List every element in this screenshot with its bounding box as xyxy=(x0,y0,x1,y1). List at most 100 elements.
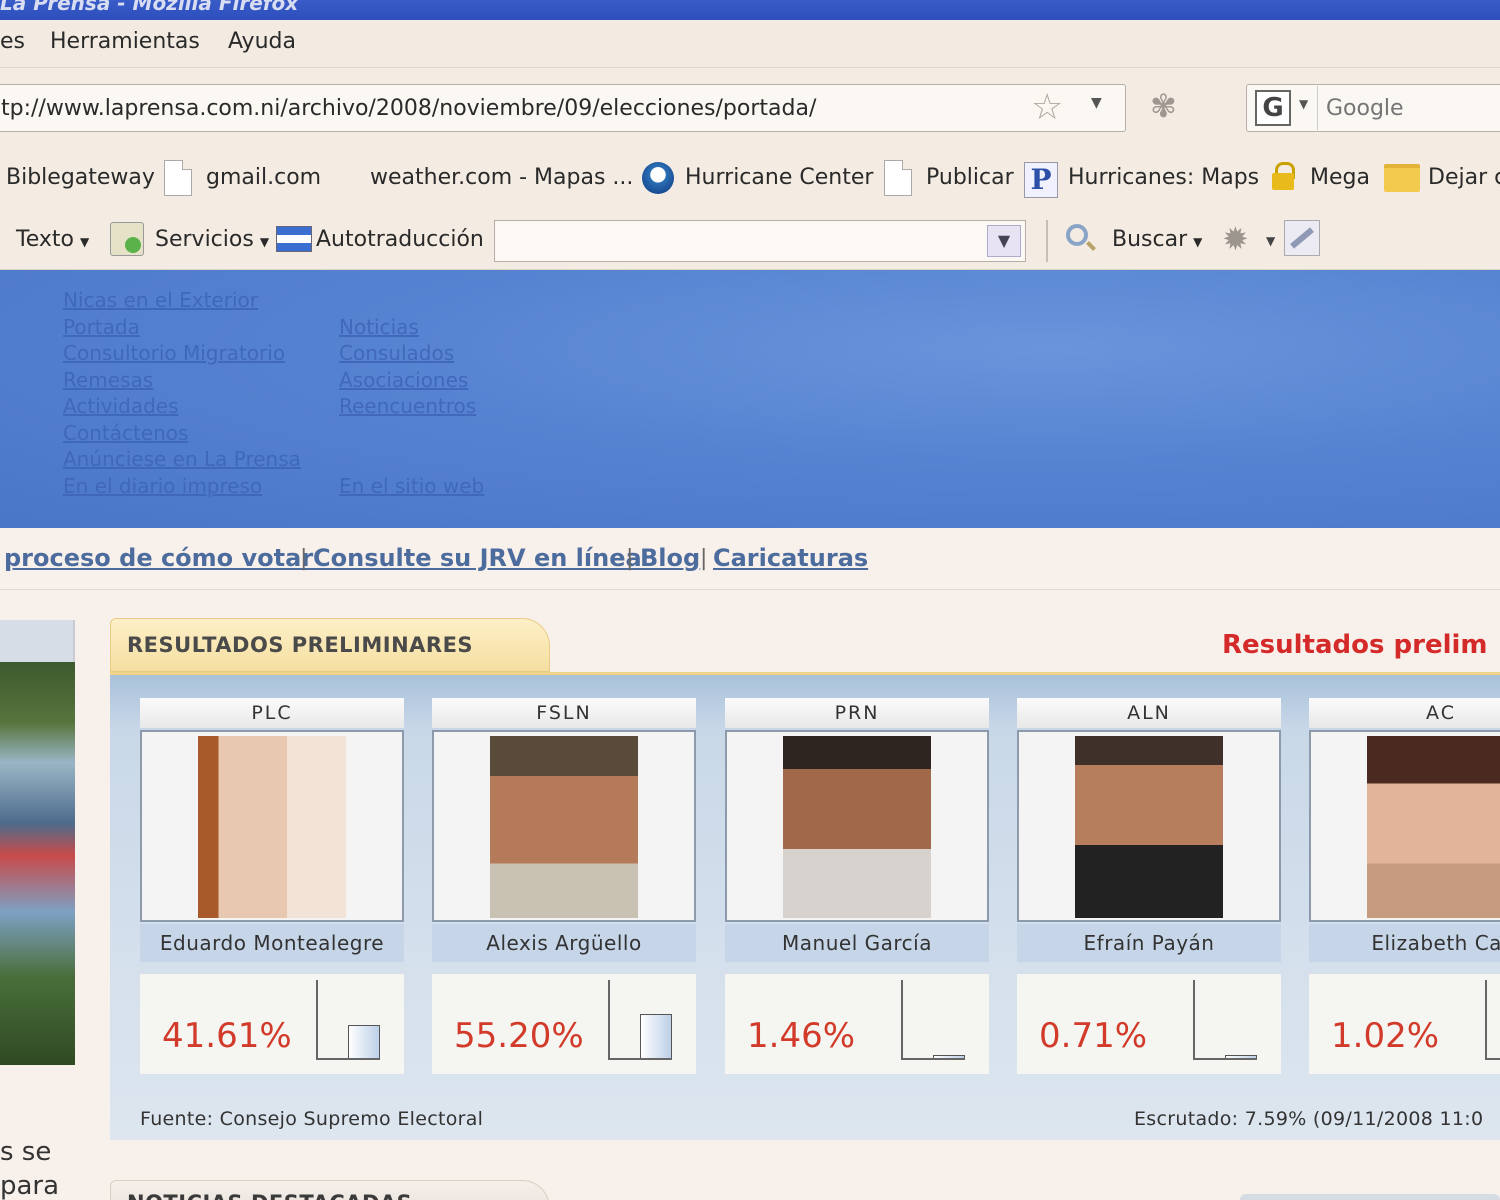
results-tab: RESULTADOS PRELIMINARES xyxy=(110,618,550,672)
bookmark-hurricanes-maps[interactable]: Hurricanes: Maps xyxy=(1068,165,1259,190)
bookmark-weather[interactable]: weather.com - Mapas ... xyxy=(370,165,633,190)
addon-icon[interactable]: ✾ xyxy=(1150,90,1177,122)
link-sitio-web[interactable]: En el sitio web xyxy=(339,474,484,498)
bookmark-mega[interactable]: Mega xyxy=(1310,165,1370,190)
candidate-photo xyxy=(490,736,638,918)
link-portada[interactable]: Portada xyxy=(63,315,140,339)
chevron-down-icon: ▼ xyxy=(1193,235,1203,249)
candidate-photo-frame xyxy=(1017,730,1281,922)
candidate-percent: 55.20% xyxy=(454,1016,584,1056)
candidate-photo xyxy=(198,736,346,918)
candidate-name: Eduardo Montealegre xyxy=(140,924,404,962)
tools-icon[interactable] xyxy=(1284,220,1320,256)
menu-item-tools[interactable]: Herramientas xyxy=(50,29,200,54)
candidate-party: ALN xyxy=(1017,698,1281,728)
link-actividades[interactable]: Actividades xyxy=(63,394,179,418)
google-engine-icon[interactable]: G xyxy=(1255,90,1291,126)
chevron-down-icon[interactable]: ▼ xyxy=(987,225,1021,257)
results-widget: RESULTADOS PRELIMINARES Resultados preli… xyxy=(110,618,1500,1140)
candidate-name: Manuel García xyxy=(725,924,989,962)
addon-toolbar: Texto ▼ Servicios ▼ Autotraducción ▼ Busca… xyxy=(0,212,1500,270)
left-snippet-line: s se xyxy=(0,1137,52,1167)
candidate-result: 41.61% xyxy=(140,974,404,1074)
menu-bar: es Herramientas Ayuda xyxy=(0,20,1500,68)
nav-link-caricaturas[interactable]: Caricaturas xyxy=(713,544,868,572)
candidate-photo-frame xyxy=(140,730,404,922)
search-input[interactable] xyxy=(1317,86,1500,130)
autotraduccion-button[interactable]: Autotraducción xyxy=(316,227,484,252)
lock-icon xyxy=(1272,162,1295,190)
vote-bar xyxy=(640,1014,672,1058)
results-heading: Resultados prelim xyxy=(1222,630,1488,660)
candidate-name: Efraín Payán xyxy=(1017,924,1281,962)
candidate-name: Elizabeth Car xyxy=(1309,924,1500,962)
link-noticias[interactable]: Noticias xyxy=(339,315,419,339)
engine-dropdown-icon[interactable]: ▼ xyxy=(1299,97,1308,111)
address-bar[interactable]: tp://www.laprensa.com.ni/archivo/2008/no… xyxy=(0,84,1126,132)
link-consulados[interactable]: Consulados xyxy=(339,341,454,365)
page-icon xyxy=(164,160,192,196)
news-tab: NOTICIAS DESTACADAS xyxy=(110,1180,550,1200)
link-consultorio[interactable]: Consultorio Migratorio xyxy=(63,341,285,365)
bookmarks-bar: Biblegateway gmail.com weather.com - Map… xyxy=(0,150,1500,212)
link-nicas-exterior[interactable]: Nicas en el Exterior xyxy=(63,288,258,312)
texto-menu[interactable]: Texto ▼ xyxy=(16,227,89,252)
chevron-down-icon[interactable]: ▼ xyxy=(1266,234,1275,248)
vote-bar xyxy=(933,1055,965,1058)
site-header-band: Nicas en el Exterior Portada Consultorio… xyxy=(0,270,1500,528)
candidate-photo-frame xyxy=(1309,730,1500,922)
candidate-result: 0.71% xyxy=(1017,974,1281,1074)
url-dropdown-icon[interactable]: ▼ xyxy=(1091,95,1102,111)
news-photo[interactable] xyxy=(0,620,75,1065)
nav-link-como-votar[interactable]: proceso de cómo votar xyxy=(4,544,313,572)
news-photo-image xyxy=(0,662,75,1065)
url-text[interactable]: tp://www.laprensa.com.ni/archivo/2008/no… xyxy=(1,96,816,121)
gear-icon[interactable]: ✹ xyxy=(1222,222,1249,256)
candidate-party: FSLN xyxy=(432,698,696,728)
candidate-photo xyxy=(783,736,931,918)
search-icon[interactable] xyxy=(1066,224,1088,246)
results-tab-title: RESULTADOS PRELIMINARES xyxy=(127,633,474,657)
nav-link-consulte-jrv[interactable]: Consulte su JRV en línea xyxy=(313,544,642,572)
bookmark-biblegateway[interactable]: Biblegateway xyxy=(6,165,155,190)
main-content: s se para RESULTADOS PRELIMINARES Result… xyxy=(0,590,1500,1200)
link-contactenos[interactable]: Contáctenos xyxy=(63,421,188,445)
link-anunciese[interactable]: Anúnciese en La Prensa xyxy=(63,447,301,471)
results-scrutiny: Escrutado: 7.59% (09/11/2008 11:0 xyxy=(1134,1108,1484,1130)
link-diario-impreso[interactable]: En el diario impreso xyxy=(63,474,262,498)
link-reencuentros[interactable]: Reencuentros xyxy=(339,394,476,418)
link-asociaciones[interactable]: Asociaciones xyxy=(339,368,468,392)
nav-separator: | xyxy=(700,546,708,571)
candidate-result: 1.02% xyxy=(1309,974,1500,1074)
search-box[interactable]: G ▼ xyxy=(1246,84,1500,132)
link-remesas[interactable]: Remesas xyxy=(63,368,153,392)
p-site-icon: P xyxy=(1024,162,1058,198)
navigation-bar: tp://www.laprensa.com.ni/archivo/2008/no… xyxy=(0,68,1500,150)
servicios-menu[interactable]: Servicios ▼ xyxy=(155,227,269,252)
nav-link-blog[interactable]: Blog xyxy=(640,544,700,572)
menu-item-help[interactable]: Ayuda xyxy=(228,29,296,54)
bookmark-hurricane-center[interactable]: Hurricane Center xyxy=(685,165,873,190)
candidate-result: 1.46% xyxy=(725,974,989,1074)
menu-item-partial[interactable]: es xyxy=(0,29,25,54)
servicios-label: Servicios xyxy=(155,227,254,252)
buscar-menu[interactable]: Buscar ▼ xyxy=(1112,227,1202,252)
bookmark-folder-dejar[interactable]: Dejar c xyxy=(1428,165,1500,190)
translate-select[interactable]: ▼ xyxy=(494,220,1026,262)
services-icon xyxy=(110,222,144,256)
left-snippet: s se para xyxy=(0,1135,59,1200)
bookmark-star-icon[interactable]: ☆ xyxy=(1031,89,1063,127)
window-title: La Prensa - Mozilla Firefox xyxy=(0,0,299,15)
vote-bar-chart xyxy=(1485,980,1500,1060)
bookmark-publicar[interactable]: Publicar xyxy=(926,165,1014,190)
vote-bar-chart xyxy=(1193,980,1257,1060)
folder-icon xyxy=(1384,164,1420,192)
window-titlebar: La Prensa - Mozilla Firefox xyxy=(0,0,1500,20)
candidate-percent: 1.02% xyxy=(1331,1016,1440,1056)
candidate-percent: 1.46% xyxy=(747,1016,856,1056)
candidate-percent: 0.71% xyxy=(1039,1016,1148,1056)
bookmark-gmail[interactable]: gmail.com xyxy=(206,165,321,190)
vote-bar-chart xyxy=(316,980,380,1060)
noaa-icon xyxy=(642,162,674,194)
site-nav: proceso de cómo votar | Consulte su JRV … xyxy=(0,528,1500,590)
